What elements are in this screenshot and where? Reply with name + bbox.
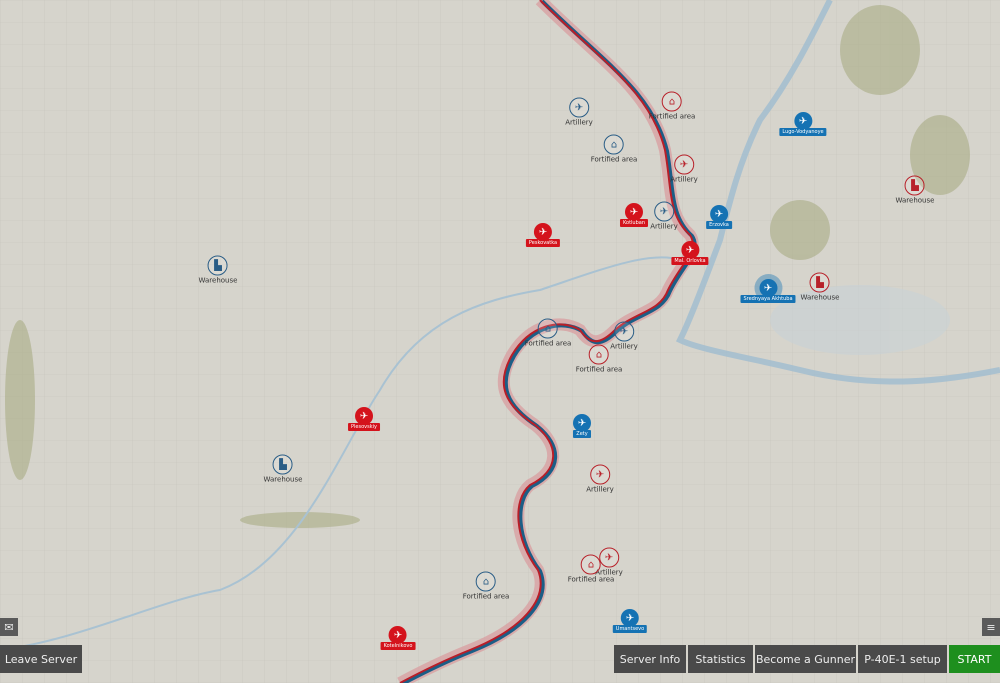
blue-artillery-objective[interactable]: ✈ Artillery xyxy=(610,321,638,351)
objective-label: Artillery xyxy=(610,342,638,351)
blue-airfield[interactable]: ✈ Lugo-Vodyanoye xyxy=(779,112,827,136)
red-artillery-objective[interactable]: ✈ Artillery xyxy=(670,154,698,184)
bunker-icon: ⌂ xyxy=(581,554,601,575)
blue-warehouse-objective[interactable]: ▙ Warehouse xyxy=(198,255,238,285)
airfield-label: Plesovskiy xyxy=(348,423,380,431)
blue-fortified-objective[interactable]: ⌂ Fortified area xyxy=(462,571,510,601)
start-button[interactable]: START xyxy=(949,645,1000,673)
red-airfield[interactable]: ✈ Kotluban xyxy=(619,203,649,227)
blue-airfield[interactable]: ✈ Umantsevo xyxy=(612,609,648,633)
statistics-button[interactable]: Statistics xyxy=(688,645,753,673)
airfield-label: Kotelnikovo xyxy=(380,642,416,650)
red-airfield[interactable]: ✈ Peskovatka xyxy=(525,223,561,247)
blue-airfield[interactable]: ✈ Srednyaya Akhtuba xyxy=(740,279,796,303)
chat-icon[interactable]: ✉ xyxy=(0,618,18,636)
cannon-icon: ✈ xyxy=(653,201,674,222)
airfield-label: Kotluban xyxy=(619,219,649,227)
airfield-label: Lugo-Vodyanoye xyxy=(779,128,827,136)
blue-airfield[interactable]: ✈ Zety xyxy=(573,414,591,438)
objective-label: Fortified area xyxy=(575,365,623,374)
blue-artillery-objective[interactable]: ✈ Artillery xyxy=(650,201,678,231)
airfield-label: Erzovka xyxy=(706,221,732,229)
red-fortified-objective[interactable]: ⌂ Fortified area xyxy=(648,91,696,121)
airfield-label: Peskovatka xyxy=(525,239,561,247)
blue-fortified-objective[interactable]: ⌂ Fortified area xyxy=(590,134,638,164)
red-fortified-objective[interactable]: ⌂ Fortified area xyxy=(567,554,615,584)
red-airfield[interactable]: ✈ Kotelnikovo xyxy=(380,626,416,650)
objective-label: Fortified area xyxy=(590,155,638,164)
bunker-icon: ⌂ xyxy=(662,91,682,112)
objective-label: Fortified area xyxy=(648,112,696,121)
server-info-button[interactable]: Server Info xyxy=(614,645,686,673)
objective-label: Artillery xyxy=(670,175,698,184)
red-warehouse-objective[interactable]: ▙ Warehouse xyxy=(800,272,840,302)
airfield-label: Umantsevo xyxy=(612,625,648,633)
objective-label: Warehouse xyxy=(895,196,935,205)
cannon-icon: ✈ xyxy=(613,321,634,342)
bunker-icon: ⌂ xyxy=(476,571,496,592)
factory-icon: ▙ xyxy=(273,454,293,475)
cannon-icon: ✈ xyxy=(589,464,610,485)
factory-icon: ▙ xyxy=(208,255,228,276)
list-icon[interactable]: ≡ xyxy=(982,618,1000,636)
objective-label: Artillery xyxy=(650,222,678,231)
bunker-icon: ⌂ xyxy=(538,318,558,339)
objective-label: Fortified area xyxy=(567,575,615,584)
blue-warehouse-objective[interactable]: ▙ Warehouse xyxy=(263,454,303,484)
leave-server-button[interactable]: Leave Server xyxy=(0,645,82,673)
red-airfield[interactable]: ✈ Mal. Orlovka xyxy=(671,241,709,265)
bunker-icon: ⌂ xyxy=(589,344,609,365)
cannon-icon: ✈ xyxy=(568,97,589,118)
cannon-icon: ✈ xyxy=(673,154,694,175)
bunker-icon: ⌂ xyxy=(604,134,624,155)
blue-artillery-objective[interactable]: ✈ Artillery xyxy=(565,97,593,127)
objective-label: Warehouse xyxy=(800,293,840,302)
red-warehouse-objective[interactable]: ▙ Warehouse xyxy=(895,175,935,205)
blue-fortified-objective[interactable]: ⌂ Fortified area xyxy=(524,318,572,348)
airfield-label: Mal. Orlovka xyxy=(671,257,709,265)
objective-label: Fortified area xyxy=(524,339,572,348)
blue-airfield[interactable]: ✈ Erzovka xyxy=(706,205,732,229)
factory-icon: ▙ xyxy=(810,272,830,293)
aircraft-setup-button[interactable]: P-40E-1 setup xyxy=(858,645,947,673)
red-airfield[interactable]: ✈ Plesovskiy xyxy=(348,407,380,431)
objective-label: Fortified area xyxy=(462,592,510,601)
airfield-label: Srednyaya Akhtuba xyxy=(740,295,796,303)
factory-icon: ▙ xyxy=(905,175,925,196)
become-gunner-button[interactable]: Become a Gunner xyxy=(755,645,856,673)
red-artillery-objective[interactable]: ✈ Artillery xyxy=(586,464,614,494)
objective-label: Warehouse xyxy=(263,475,303,484)
objective-label: Artillery xyxy=(565,118,593,127)
objective-label: Artillery xyxy=(586,485,614,494)
objective-label: Warehouse xyxy=(198,276,238,285)
airfield-label: Zety xyxy=(573,430,591,438)
